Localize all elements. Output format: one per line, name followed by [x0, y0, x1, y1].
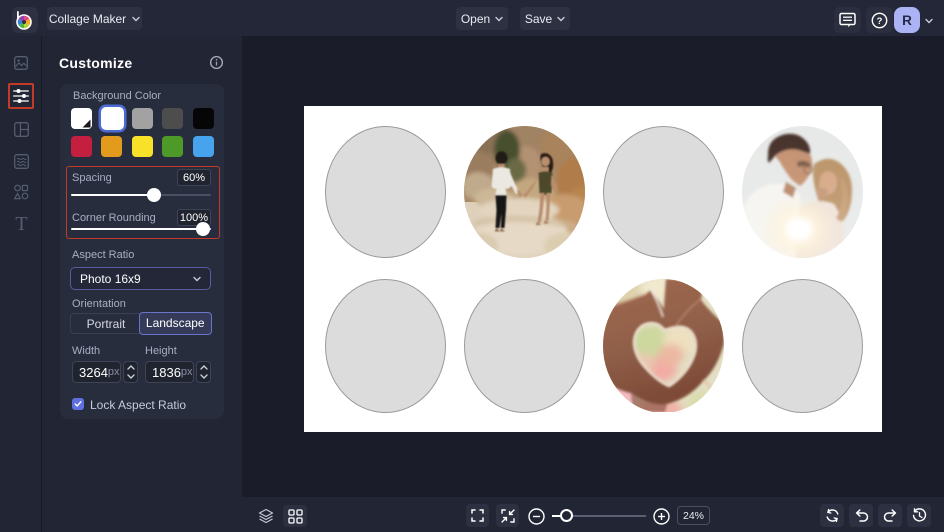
svg-text:?: ? [877, 16, 883, 27]
